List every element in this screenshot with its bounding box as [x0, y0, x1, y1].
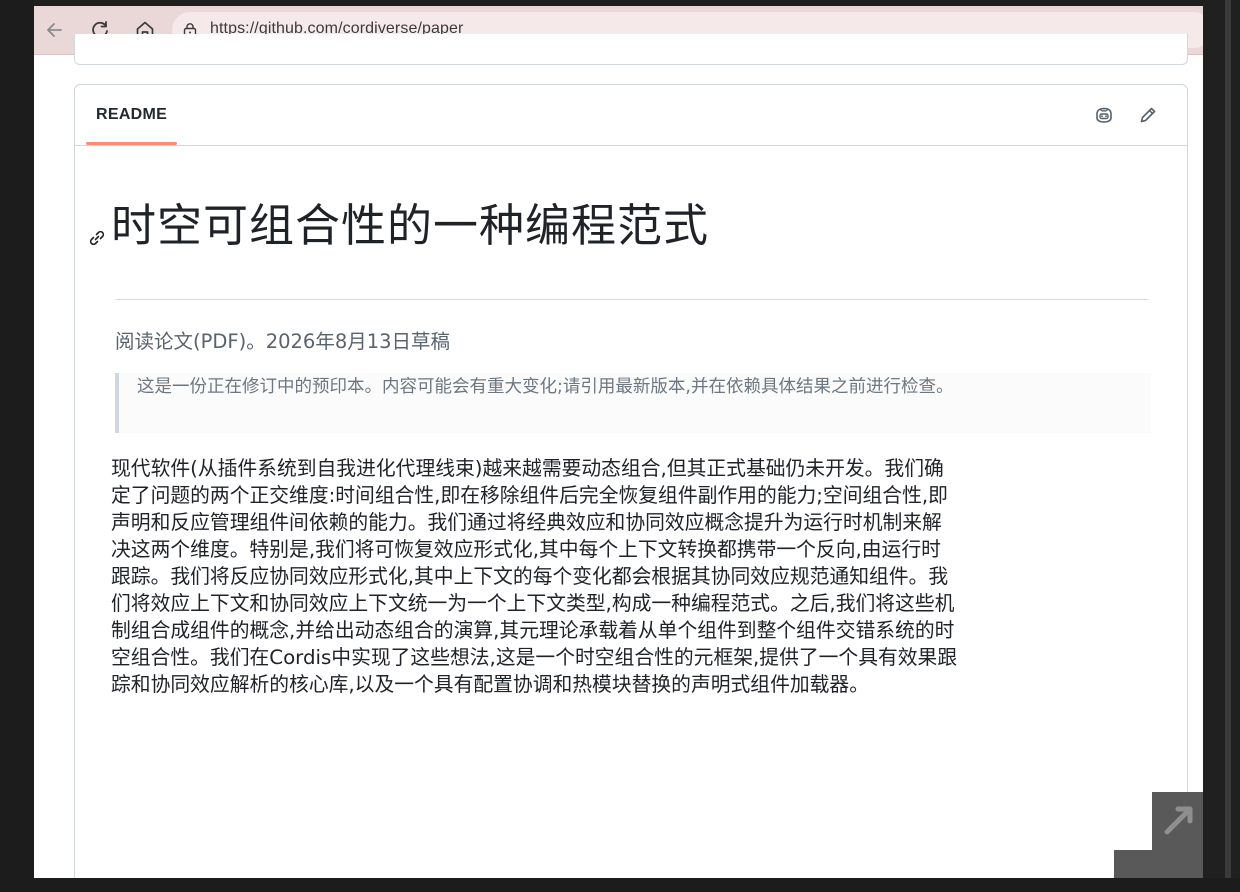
abstract-line: 定了问题的两个正交维度:时间组合性,即在移除组件后完全恢复组件副作用的能力;空间…	[111, 484, 948, 507]
expand-arrow-icon	[1164, 806, 1192, 835]
abstract-line: 现代软件(从插件系统到自我进化代理线束)越来越需要动态组合,但其正式基础仍未开发…	[111, 457, 944, 480]
readme-title: 时空可组合性的一种编程范式	[111, 199, 710, 252]
abstract-line: 决这两个维度。特别是,我们将可恢复效应形式化,其中每个上下文转换都携带一个反向,…	[111, 538, 941, 561]
preprint-notice: 这是一份正在修订中的预印本。内容可能会有重大变化;请引用最新版本,并在依赖具体结…	[115, 373, 1151, 433]
window-frame-bottom	[0, 878, 1240, 892]
edit-button[interactable]	[1137, 104, 1159, 126]
copilot-button[interactable]	[1093, 104, 1115, 126]
abstract-line: 踪和协同效应解析的核心库,以及一个具有配置协调和热模块替换的声明式组件加载器。	[111, 673, 869, 696]
readme-tab[interactable]: README	[96, 106, 167, 124]
abstract-line: 制组合成组件的概念,并给出动态组合的演算,其元理论承载着从单个组件到整个组件交错…	[111, 619, 955, 642]
pencil-icon	[1140, 107, 1156, 123]
readme-tab-underline	[86, 142, 177, 145]
abstract-line: 们将效应上下文和协同效应上下文统一为一个上下文类型,构成一种编程范式。之后,我们…	[111, 592, 955, 615]
readme-panel: README 时空可组合性的一种编程范式 阅读论文(PDF)。2026年8月13…	[74, 84, 1188, 878]
arrow-left-icon	[47, 23, 62, 37]
abstract-line: 声明和反应管理组件间依赖的能力。我们通过将经典效应和协同效应概念提升为运行时机制…	[111, 511, 942, 534]
paper-link-line[interactable]: 阅读论文(PDF)。2026年8月13日草稿	[115, 325, 450, 354]
abstract-line: 跟踪。我们将反应协同效应形式化,其中上下文的每个变化都会根据其协同效应规范通知组…	[111, 565, 949, 588]
link-anchor-icon[interactable]	[87, 228, 107, 248]
window-frame-left	[0, 0, 34, 892]
scrollbar[interactable]	[1225, 0, 1231, 892]
abstract-line: 空组合性。我们在Cordis中实现了这些想法,这是一个时空组合性的元框架,提供了…	[111, 646, 958, 669]
back-button[interactable]	[40, 16, 68, 44]
expand-button-base	[1114, 850, 1203, 878]
window-frame-right	[1203, 0, 1240, 892]
browser-window: https://github.com/cordiverse/paper READ…	[34, 6, 1203, 878]
abstract-paragraph: 现代软件(从插件系统到自我进化代理线束)越来越需要动态组合,但其正式基础仍未开发…	[111, 455, 1155, 698]
title-divider	[115, 299, 1149, 300]
expand-button[interactable]	[1152, 792, 1203, 850]
previous-section-box	[74, 34, 1188, 65]
readme-header: README	[75, 85, 1187, 146]
copilot-icon	[1096, 107, 1112, 123]
